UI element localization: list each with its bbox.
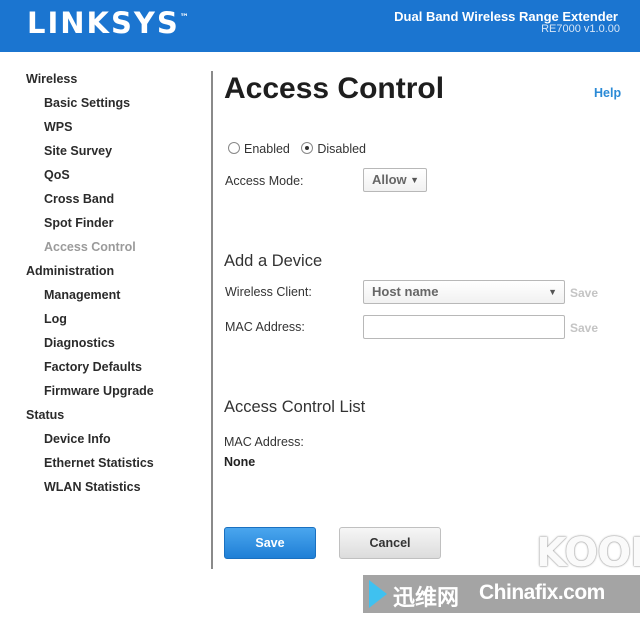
help-link[interactable]: Help	[594, 86, 621, 100]
product-name: Dual Band Wireless Range Extender	[394, 9, 618, 24]
sidebar-item-spot-finder[interactable]: Spot Finder	[44, 216, 113, 230]
access-mode-label: Access Mode:	[225, 174, 304, 188]
sidebar-divider	[211, 71, 213, 569]
disabled-radio[interactable]	[301, 142, 314, 154]
disabled-radio-label[interactable]: Disabled	[317, 142, 366, 156]
save-button[interactable]: Save	[224, 527, 316, 559]
watermark-site: Chinafix.com	[479, 581, 605, 604]
enabled-radio-label[interactable]: Enabled	[244, 142, 290, 156]
wireless-client-save-link[interactable]: Save	[570, 286, 598, 300]
access-mode-select[interactable]: Allow ▼	[363, 168, 427, 192]
sidebar-item-access-control[interactable]: Access Control	[44, 240, 136, 254]
wireless-client-select[interactable]: Host name ▼	[363, 280, 565, 304]
chevron-down-icon: ▼	[548, 287, 557, 297]
sidebar-item-log[interactable]: Log	[44, 312, 67, 326]
watermark-cn-text: 迅维网	[393, 586, 460, 611]
enabled-radio[interactable]	[228, 142, 240, 154]
sidebar-item-site-survey[interactable]: Site Survey	[44, 144, 112, 158]
linksys-logo[interactable]: LINKSYS™	[27, 6, 189, 40]
sidebar-item-wps[interactable]: WPS	[44, 120, 72, 134]
sidebar-group-status[interactable]: Status	[26, 408, 64, 422]
sidebar-item-wlan-statistics[interactable]: WLAN Statistics	[44, 480, 141, 494]
cancel-button[interactable]: Cancel	[339, 527, 441, 559]
mac-address-save-link[interactable]: Save	[570, 321, 598, 335]
mac-address-label: MAC Address:	[225, 320, 305, 334]
kook-watermark: KOOK	[536, 530, 640, 576]
sidebar-item-management[interactable]: Management	[44, 288, 120, 302]
sidebar-item-firmware-upgrade[interactable]: Firmware Upgrade	[44, 384, 154, 398]
add-device-title: Add a Device	[224, 252, 323, 270]
sidebar-item-qos[interactable]: QoS	[44, 168, 70, 182]
arrow-logo-icon	[369, 580, 387, 608]
chevron-down-icon: ▼	[410, 175, 419, 185]
sidebar-group-wireless[interactable]: Wireless	[26, 72, 77, 86]
sidebar-item-device-info[interactable]: Device Info	[44, 432, 111, 446]
access-mode-value: Allow	[372, 172, 407, 187]
status-radio-group: Enabled Disabled	[228, 142, 374, 156]
page-title: Access Control	[224, 72, 445, 105]
mac-address-input[interactable]	[363, 315, 565, 339]
sidebar-group-administration[interactable]: Administration	[26, 264, 114, 278]
product-version: RE7000 v1.0.00	[541, 23, 620, 35]
sidebar-item-basic-settings[interactable]: Basic Settings	[44, 96, 130, 110]
sidebar-item-ethernet-statistics[interactable]: Ethernet Statistics	[44, 456, 154, 470]
sidebar-item-cross-band[interactable]: Cross Band	[44, 192, 114, 206]
wireless-client-label: Wireless Client:	[225, 285, 312, 299]
acl-mac-address-label: MAC Address:	[224, 435, 304, 449]
sidebar-item-factory-defaults[interactable]: Factory Defaults	[44, 360, 142, 374]
access-control-list-title: Access Control List	[224, 398, 366, 416]
wireless-client-value: Host name	[372, 284, 439, 299]
header-bar: LINKSYS™ Dual Band Wireless Range Extend…	[0, 0, 640, 52]
acl-empty-value: None	[224, 455, 256, 469]
sidebar-item-diagnostics[interactable]: Diagnostics	[44, 336, 115, 350]
